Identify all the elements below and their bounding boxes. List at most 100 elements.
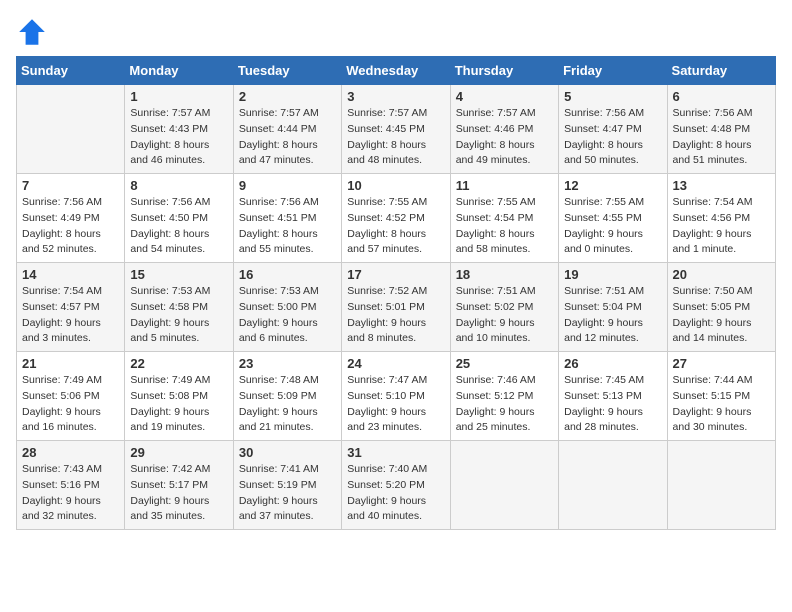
day-info: Sunrise: 7:43 AMSunset: 5:16 PMDaylight:… [22,462,119,525]
day-info: Sunrise: 7:40 AMSunset: 5:20 PMDaylight:… [347,462,444,525]
day-cell: 26 Sunrise: 7:45 AMSunset: 5:13 PMDayligh… [559,352,667,441]
day-number: 17 [347,267,444,282]
day-cell: 24 Sunrise: 7:47 AMSunset: 5:10 PMDayligh… [342,352,450,441]
day-number: 25 [456,356,553,371]
day-number: 26 [564,356,661,371]
day-number: 13 [673,178,770,193]
day-number: 15 [130,267,227,282]
calendar-table: SundayMondayTuesdayWednesdayThursdayFrid… [16,56,776,530]
header-thursday: Thursday [450,57,558,85]
day-number: 31 [347,445,444,460]
day-number: 9 [239,178,336,193]
day-cell [450,441,558,530]
day-info: Sunrise: 7:54 AMSunset: 4:56 PMDaylight:… [673,195,770,258]
day-info: Sunrise: 7:51 AMSunset: 5:02 PMDaylight:… [456,284,553,347]
day-cell: 27Sunrise: 7:44 AMSunset: 5:15 PMDayligh… [667,352,775,441]
day-cell: 7 Sunrise: 7:56 AMSunset: 4:49 PMDaylight… [17,174,125,263]
day-number: 22 [130,356,227,371]
day-cell: 17Sunrise: 7:52 AMSunset: 5:01 PMDayligh… [342,263,450,352]
day-number: 24 [347,356,444,371]
day-cell: 29 Sunrise: 7:42 AMSunset: 5:17 PMDayligh… [125,441,233,530]
day-number: 29 [130,445,227,460]
day-cell: 19Sunrise: 7:51 AMSunset: 5:04 PMDayligh… [559,263,667,352]
day-number: 7 [22,178,119,193]
day-number: 20 [673,267,770,282]
day-cell [559,441,667,530]
day-number: 21 [22,356,119,371]
day-number: 4 [456,89,553,104]
day-info: Sunrise: 7:49 AMSunset: 5:08 PMDaylight:… [130,373,227,436]
day-cell: 5 Sunrise: 7:56 AMSunset: 4:47 PMDaylight… [559,85,667,174]
day-cell: 20 Sunrise: 7:50 AMSunset: 5:05 PMDayligh… [667,263,775,352]
header-monday: Monday [125,57,233,85]
day-info: Sunrise: 7:55 AMSunset: 4:52 PMDaylight:… [347,195,444,258]
day-cell: 18Sunrise: 7:51 AMSunset: 5:02 PMDayligh… [450,263,558,352]
logo-icon [16,16,48,48]
day-info: Sunrise: 7:55 AMSunset: 4:54 PMDaylight:… [456,195,553,258]
page-header [16,16,776,48]
day-cell: 16Sunrise: 7:53 AMSunset: 5:00 PMDayligh… [233,263,341,352]
day-number: 2 [239,89,336,104]
day-cell: 25 Sunrise: 7:46 AMSunset: 5:12 PMDayligh… [450,352,558,441]
logo [16,16,52,48]
day-info: Sunrise: 7:57 AMSunset: 4:46 PMDaylight:… [456,106,553,169]
day-cell: 8Sunrise: 7:56 AMSunset: 4:50 PMDaylight… [125,174,233,263]
day-info: Sunrise: 7:44 AMSunset: 5:15 PMDaylight:… [673,373,770,436]
header-tuesday: Tuesday [233,57,341,85]
day-cell: 13 Sunrise: 7:54 AMSunset: 4:56 PMDayligh… [667,174,775,263]
day-cell: 21 Sunrise: 7:49 AMSunset: 5:06 PMDayligh… [17,352,125,441]
day-cell: 11 Sunrise: 7:55 AMSunset: 4:54 PMDayligh… [450,174,558,263]
day-cell [667,441,775,530]
day-cell: 30Sunrise: 7:41 AMSunset: 5:19 PMDayligh… [233,441,341,530]
day-info: Sunrise: 7:57 AMSunset: 4:44 PMDaylight:… [239,106,336,169]
day-cell: 4 Sunrise: 7:57 AMSunset: 4:46 PMDaylight… [450,85,558,174]
header-friday: Friday [559,57,667,85]
header-saturday: Saturday [667,57,775,85]
day-number: 12 [564,178,661,193]
day-number: 3 [347,89,444,104]
day-cell: 31 Sunrise: 7:40 AMSunset: 5:20 PMDayligh… [342,441,450,530]
day-number: 10 [347,178,444,193]
day-info: Sunrise: 7:54 AMSunset: 4:57 PMDaylight:… [22,284,119,347]
day-info: Sunrise: 7:57 AMSunset: 4:43 PMDaylight:… [130,106,227,169]
day-cell [17,85,125,174]
calendar-header-row: SundayMondayTuesdayWednesdayThursdayFrid… [17,57,776,85]
day-number: 1 [130,89,227,104]
day-info: Sunrise: 7:46 AMSunset: 5:12 PMDaylight:… [456,373,553,436]
day-info: Sunrise: 7:50 AMSunset: 5:05 PMDaylight:… [673,284,770,347]
day-cell: 12 Sunrise: 7:55 AMSunset: 4:55 PMDayligh… [559,174,667,263]
week-row-4: 28 Sunrise: 7:43 AMSunset: 5:16 PMDayligh… [17,441,776,530]
day-info: Sunrise: 7:42 AMSunset: 5:17 PMDaylight:… [130,462,227,525]
day-cell: 22 Sunrise: 7:49 AMSunset: 5:08 PMDayligh… [125,352,233,441]
day-info: Sunrise: 7:53 AMSunset: 4:58 PMDaylight:… [130,284,227,347]
day-number: 5 [564,89,661,104]
day-info: Sunrise: 7:56 AMSunset: 4:51 PMDaylight:… [239,195,336,258]
day-info: Sunrise: 7:47 AMSunset: 5:10 PMDaylight:… [347,373,444,436]
day-number: 30 [239,445,336,460]
day-cell: 14Sunrise: 7:54 AMSunset: 4:57 PMDayligh… [17,263,125,352]
day-info: Sunrise: 7:56 AMSunset: 4:49 PMDaylight:… [22,195,119,258]
day-info: Sunrise: 7:45 AMSunset: 5:13 PMDaylight:… [564,373,661,436]
day-info: Sunrise: 7:51 AMSunset: 5:04 PMDaylight:… [564,284,661,347]
day-cell: 28 Sunrise: 7:43 AMSunset: 5:16 PMDayligh… [17,441,125,530]
day-number: 28 [22,445,119,460]
day-cell: 6 Sunrise: 7:56 AMSunset: 4:48 PMDaylight… [667,85,775,174]
week-row-1: 7 Sunrise: 7:56 AMSunset: 4:49 PMDaylight… [17,174,776,263]
day-cell: 10 Sunrise: 7:55 AMSunset: 4:52 PMDayligh… [342,174,450,263]
day-info: Sunrise: 7:56 AMSunset: 4:48 PMDaylight:… [673,106,770,169]
day-cell: 15 Sunrise: 7:53 AMSunset: 4:58 PMDayligh… [125,263,233,352]
day-number: 6 [673,89,770,104]
week-row-0: 1 Sunrise: 7:57 AMSunset: 4:43 PMDaylight… [17,85,776,174]
day-info: Sunrise: 7:49 AMSunset: 5:06 PMDaylight:… [22,373,119,436]
day-info: Sunrise: 7:53 AMSunset: 5:00 PMDaylight:… [239,284,336,347]
day-info: Sunrise: 7:55 AMSunset: 4:55 PMDaylight:… [564,195,661,258]
day-info: Sunrise: 7:56 AMSunset: 4:47 PMDaylight:… [564,106,661,169]
day-number: 23 [239,356,336,371]
day-number: 11 [456,178,553,193]
day-info: Sunrise: 7:56 AMSunset: 4:50 PMDaylight:… [130,195,227,258]
day-cell: 23Sunrise: 7:48 AMSunset: 5:09 PMDayligh… [233,352,341,441]
day-info: Sunrise: 7:57 AMSunset: 4:45 PMDaylight:… [347,106,444,169]
day-cell: 9 Sunrise: 7:56 AMSunset: 4:51 PMDaylight… [233,174,341,263]
day-cell: 3 Sunrise: 7:57 AMSunset: 4:45 PMDaylight… [342,85,450,174]
day-cell: 2 Sunrise: 7:57 AMSunset: 4:44 PMDaylight… [233,85,341,174]
